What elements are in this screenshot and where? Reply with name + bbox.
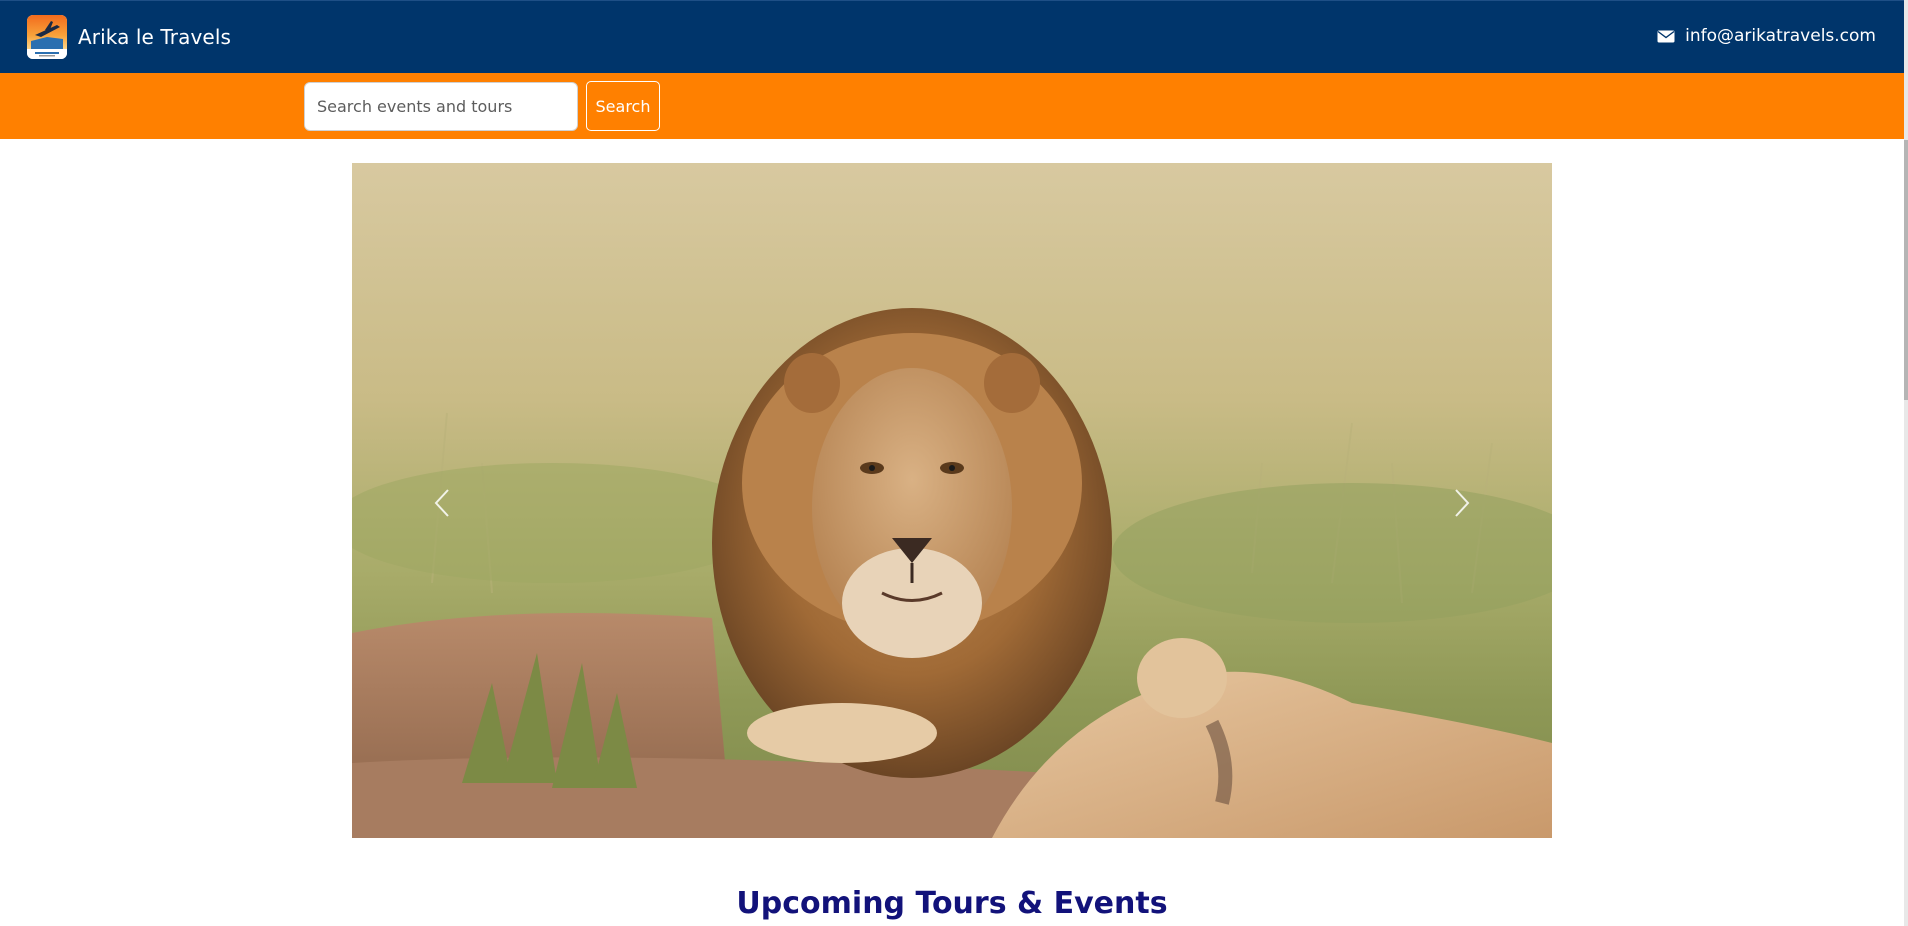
chevron-left-icon	[434, 489, 449, 517]
chevron-right-icon	[1455, 489, 1470, 517]
travel-logo-icon[interactable]	[27, 15, 67, 59]
carousel-next-button[interactable]	[1422, 453, 1502, 553]
search-bar: Search	[0, 73, 1908, 139]
carousel-prev-button[interactable]	[402, 453, 482, 553]
section-title: Upcoming Tours & Events	[736, 886, 1168, 921]
page-scrollbar[interactable]	[1904, 0, 1908, 926]
contact-email-link[interactable]: info@arikatravels.com	[1657, 26, 1876, 46]
contact-email[interactable]: info@arikatravels.com	[1685, 26, 1876, 46]
hero-carousel	[352, 163, 1552, 838]
scrollbar-thumb[interactable]	[1904, 140, 1908, 400]
brand[interactable]: Arika le Travels	[27, 15, 231, 59]
search-input[interactable]	[304, 82, 578, 131]
top-header: Arika le Travels info@arikatravels.com	[0, 0, 1908, 73]
envelope-icon	[1657, 30, 1675, 43]
brand-name[interactable]: Arika le Travels	[78, 25, 231, 49]
lion-photo	[352, 163, 1552, 838]
search-button[interactable]: Search	[586, 81, 660, 131]
